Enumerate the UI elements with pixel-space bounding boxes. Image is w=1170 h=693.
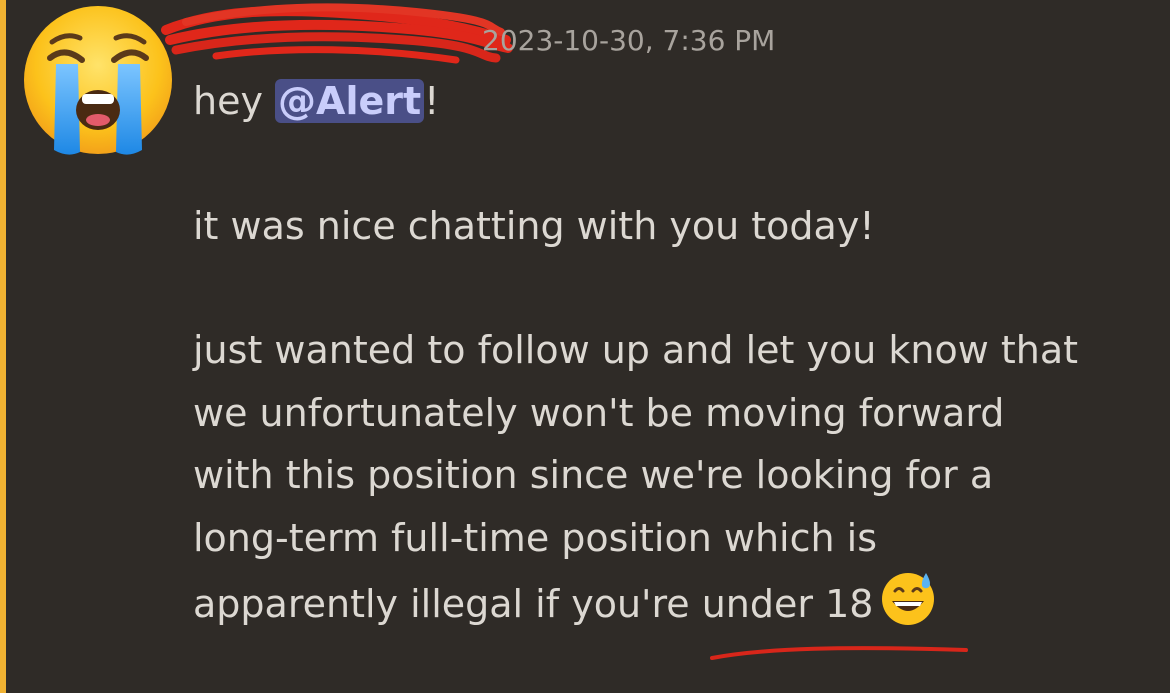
avatar[interactable] <box>20 2 176 158</box>
message-header: 2023-10-30, 7:36 PM <box>161 3 836 64</box>
message-content: hey @Alert! it was nice chatting with yo… <box>193 70 1153 636</box>
message-line: long-term full-time position which is <box>193 515 877 560</box>
greeting-line: hey @Alert! <box>193 70 1153 133</box>
red-underline-annotation <box>710 646 968 660</box>
redaction-scribble <box>161 3 513 64</box>
greeting-suffix: ! <box>424 79 440 123</box>
message-line: we unfortunately won't be moving forward <box>193 390 1005 435</box>
message-line: it was nice chatting with you today! <box>193 203 875 248</box>
loudly-crying-face-icon <box>24 6 172 155</box>
message-line: with this position since we're looking f… <box>193 453 994 497</box>
highlight-accent-bar <box>0 0 6 693</box>
message-timestamp: 2023-10-30, 7:36 PM <box>482 24 776 57</box>
message-line: just wanted to follow up and let you kno… <box>193 328 1079 372</box>
grinning-sweat-emoji-icon <box>879 569 937 627</box>
user-mention[interactable]: @Alert <box>275 79 425 123</box>
message-line-last: apparently illegal if you're under 18 <box>193 569 1153 636</box>
greeting-prefix: hey <box>193 79 263 123</box>
message-line-text: apparently illegal if you're under 18 <box>193 582 874 626</box>
